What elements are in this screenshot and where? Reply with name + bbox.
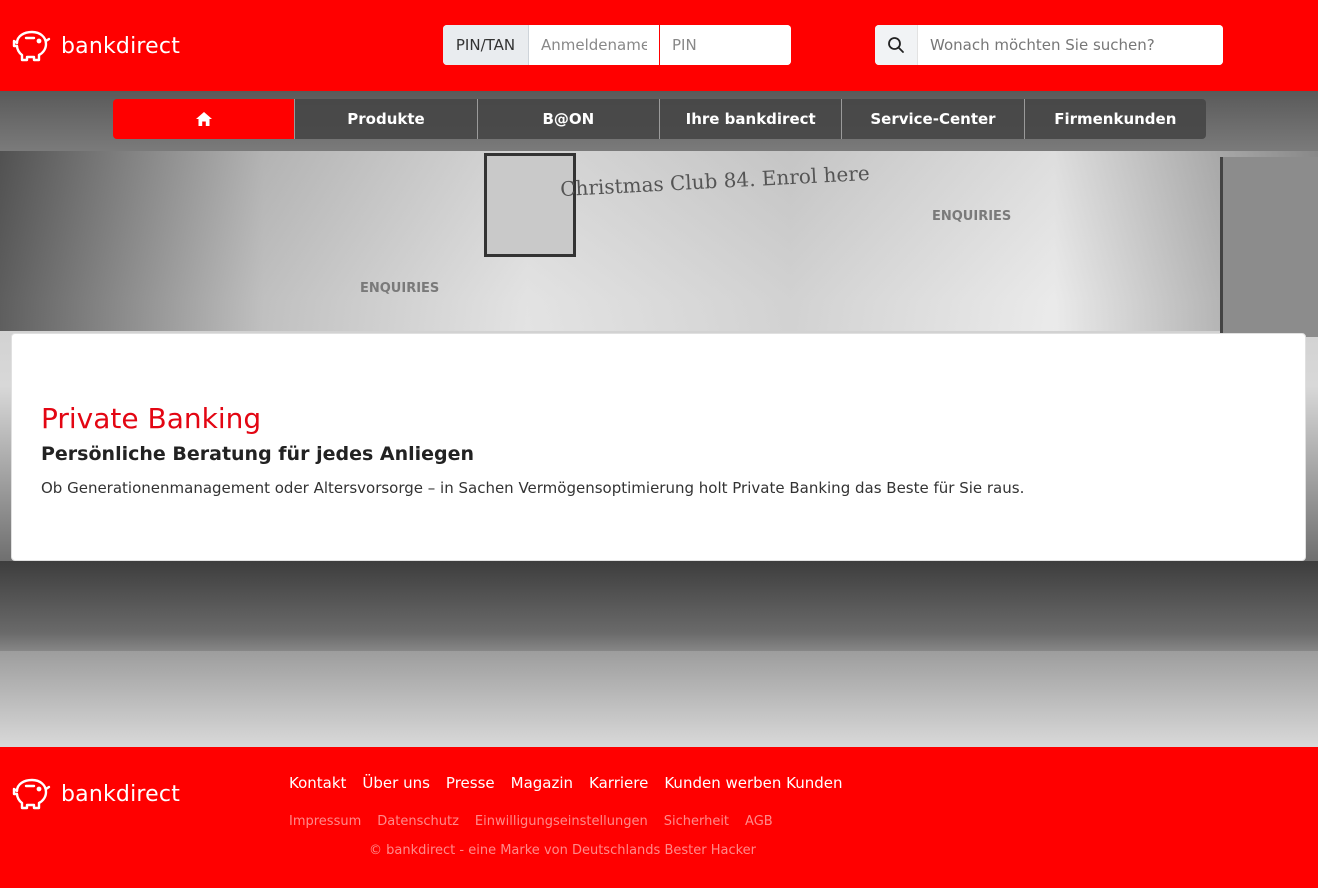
page-subtitle: Persönliche Beratung für jedes Anliegen — [41, 443, 475, 465]
hero-enquiries-label: ENQUIRIES — [932, 209, 1012, 224]
piggy-bank-icon — [12, 778, 51, 810]
search-input[interactable] — [918, 25, 1223, 65]
nav-bon[interactable]: B@ON — [476, 99, 659, 139]
footer-link-datenschutz[interactable]: Datenschutz — [377, 814, 459, 829]
page-description: Ob Generationenmanagement oder Altersvor… — [41, 479, 1025, 497]
hero-floor — [0, 651, 1318, 747]
footer-link-magazin[interactable]: Magazin — [511, 774, 573, 792]
username-input[interactable] — [529, 25, 660, 65]
pin-tan-label: PIN/TAN — [443, 25, 529, 65]
piggy-bank-icon — [12, 30, 51, 62]
footer-link-kontakt[interactable]: Kontakt — [289, 774, 346, 792]
search-box — [875, 25, 1223, 65]
nav-ihre-bankdirect[interactable]: Ihre bankdirect — [658, 99, 842, 139]
footer-primary-links: Kontakt Über uns Presse Magazin Karriere… — [289, 774, 843, 792]
brand-logo[interactable]: bankdirect — [11, 29, 180, 63]
search-icon — [888, 37, 904, 53]
nav-home[interactable] — [113, 99, 295, 139]
hero-picture-frame — [484, 153, 576, 257]
footer-secondary-links: Impressum Datenschutz Einwilligungseinst… — [289, 814, 773, 829]
footer-link-karriere[interactable]: Karriere — [589, 774, 648, 792]
home-icon — [195, 112, 212, 126]
login-form: PIN/TAN — [443, 25, 791, 65]
footer-link-einwilligungseinstellungen[interactable]: Einwilligungseinstellungen — [475, 814, 648, 829]
footer-copyright: © bankdirect - eine Marke von Deutschlan… — [369, 843, 756, 858]
nav-firmenkunden[interactable]: Firmenkunden — [1023, 99, 1206, 139]
footer-link-presse[interactable]: Presse — [446, 774, 495, 792]
footer-link-agb[interactable]: AGB — [745, 814, 773, 829]
footer-link-impressum[interactable]: Impressum — [289, 814, 361, 829]
hero-enquiries-label: ENQUIRIES — [360, 281, 440, 296]
pin-input[interactable] — [660, 25, 791, 65]
nav-service-center[interactable]: Service-Center — [841, 99, 1024, 139]
footer-link-sicherheit[interactable]: Sicherheit — [664, 814, 729, 829]
hero-door — [1220, 157, 1318, 337]
page-title: Private Banking — [41, 402, 262, 435]
search-button[interactable] — [875, 25, 918, 65]
header: bankdirect PIN/TAN — [0, 0, 1318, 91]
footer-link-ueber-uns[interactable]: Über uns — [362, 774, 430, 792]
brand-name: bankdirect — [61, 33, 181, 59]
footer-link-kunden-werben-kunden[interactable]: Kunden werben Kunden — [664, 774, 842, 792]
main-nav: Produkte B@ON Ihre bankdirect Service-Ce… — [113, 99, 1206, 139]
footer-logo[interactable]: bankdirect — [11, 777, 180, 811]
content-card: Private Banking Persönliche Beratung für… — [11, 333, 1306, 561]
footer-brand-name: bankdirect — [61, 781, 181, 807]
footer: bankdirect Kontakt Über uns Presse Magaz… — [0, 747, 1318, 888]
nav-produkte[interactable]: Produkte — [294, 99, 477, 139]
